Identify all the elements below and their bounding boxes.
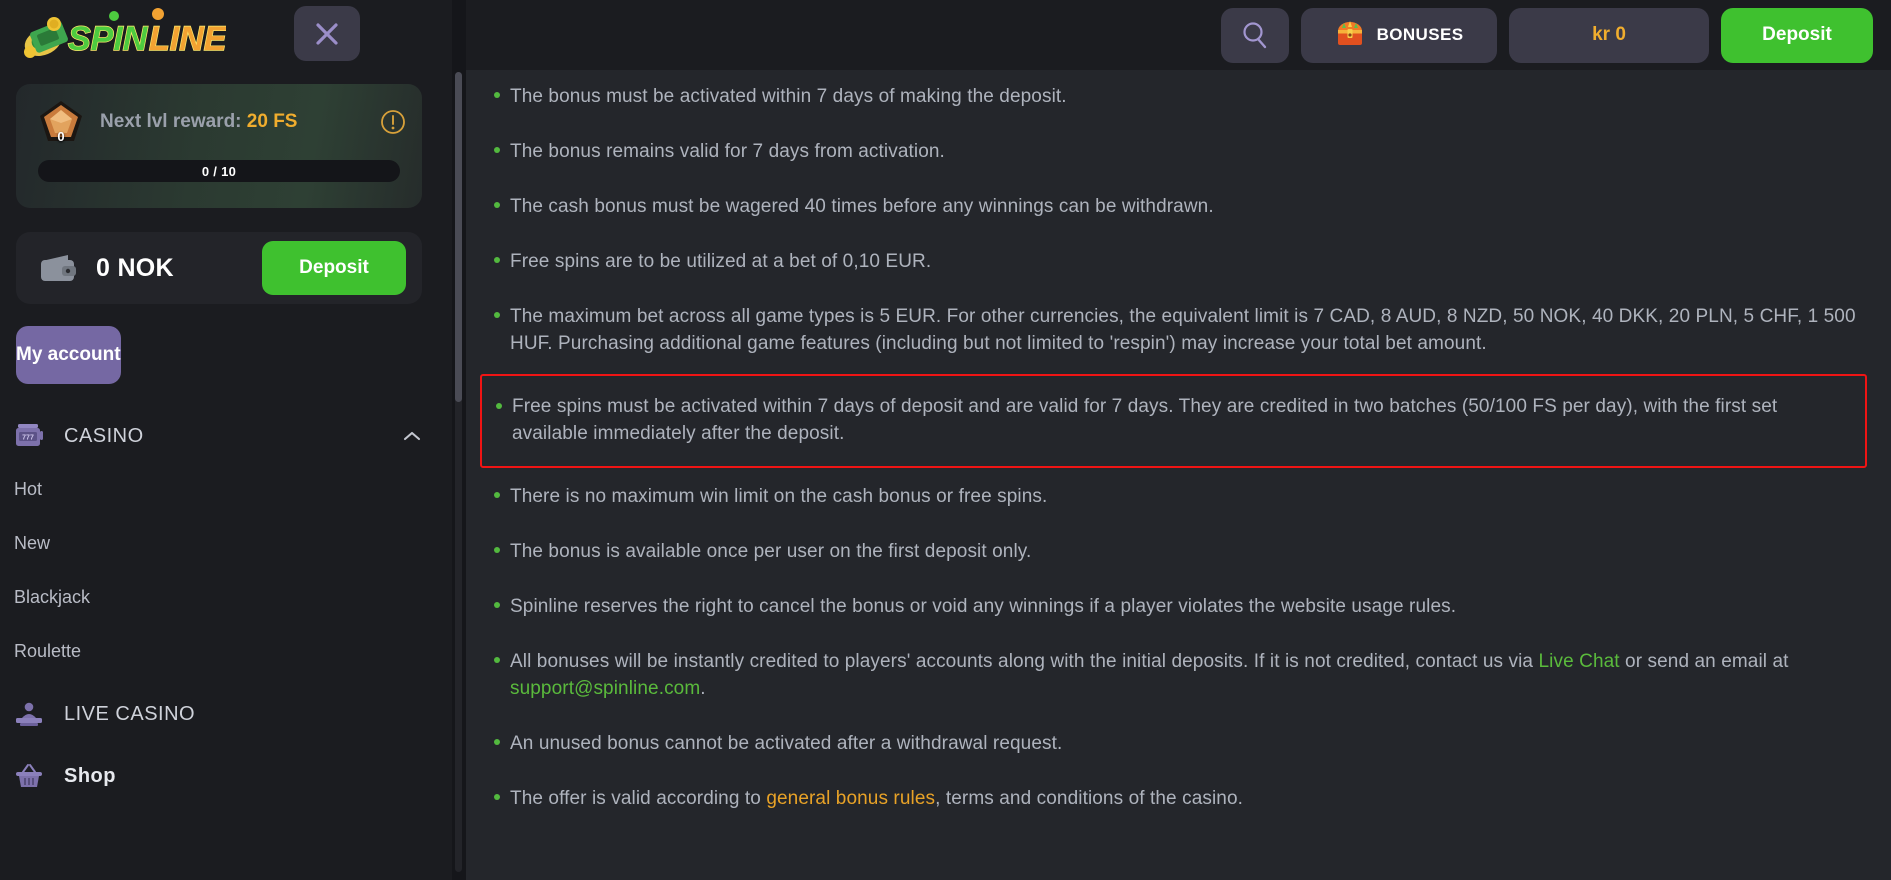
sidebar-nav: 777 CASINO Hot New Blackjack Roulette LI… [0, 410, 452, 802]
level-info-button[interactable] [380, 109, 406, 135]
treasure-chest-icon [1335, 18, 1365, 53]
balance-button[interactable]: kr 0 [1509, 7, 1709, 63]
close-icon [316, 22, 338, 45]
sidebar-item-live-casino-label: LIVE CASINO [64, 702, 196, 725]
level-reward-card: 0 Next lvl reward: 20 FS 0 / 10 [16, 84, 422, 208]
sidebar-item-shop[interactable]: Shop [0, 750, 452, 802]
topbar: BONUSES kr 0 Deposit [466, 0, 1891, 70]
topbar-deposit-button[interactable]: Deposit [1721, 7, 1873, 63]
search-button[interactable] [1221, 7, 1289, 63]
svg-text:SPIN: SPIN [68, 20, 149, 58]
general-bonus-rules-link[interactable]: general bonus rules [766, 788, 935, 809]
term-item: The maximum bet across all game types is… [480, 290, 1867, 372]
terms-list: The bonus must be activated within 7 day… [480, 70, 1867, 827]
term-item: Free spins are to be utilized at a bet o… [480, 235, 1867, 290]
level-badge: 0 [38, 99, 84, 145]
bonuses-label: BONUSES [1376, 25, 1464, 44]
term-item-highlighted: Free spins must be activated within 7 da… [480, 373, 1867, 468]
level-progress-bar: 0 / 10 [38, 160, 400, 182]
sidebar-item-new[interactable]: New [0, 516, 452, 570]
level-reward-text: Next lvl reward: 20 FS [100, 111, 297, 133]
sidebar-item-new-label: New [14, 532, 51, 553]
sidebar-item-hot[interactable]: Hot [0, 462, 452, 516]
svg-text:LINE: LINE [149, 20, 226, 58]
chevron-up-icon[interactable] [402, 429, 422, 443]
svg-text:777: 777 [22, 435, 34, 442]
term-item: The bonus remains valid for 7 days from … [480, 125, 1867, 180]
sidebar-item-roulette-label: Roulette [14, 640, 82, 661]
level-reward-prefix: Next lvl reward: [100, 111, 247, 132]
term-item: The cash bonus must be wagered 40 times … [480, 180, 1867, 235]
sidebar-item-hot-label: Hot [14, 478, 43, 499]
balance-amount: kr 0 [1592, 24, 1626, 45]
level-progress-text: 0 / 10 [201, 163, 237, 179]
sidebar-item-blackjack-label: Blackjack [14, 586, 91, 607]
term-item: An unused bonus cannot be activated afte… [480, 717, 1867, 772]
term-item-with-links: The offer is valid according to general … [480, 772, 1867, 827]
term-item: There is no maximum win limit on the cas… [480, 470, 1867, 525]
sidebar-item-blackjack[interactable]: Blackjack [0, 570, 452, 624]
money-roll-icon [24, 17, 68, 58]
slot-machine-icon: 777 [14, 421, 48, 451]
my-account-button[interactable]: My account [16, 326, 121, 384]
sidebar: SPIN LINE 0 Next lvl reward: 20 FS 0 / 1… [0, 0, 452, 880]
sidebar-header: SPIN LINE [0, 0, 452, 78]
scrollbar-thumb[interactable] [455, 72, 462, 402]
level-number: 0 [57, 129, 65, 144]
wallet-icon [38, 252, 78, 284]
level-reward-value: 20 FS [246, 111, 298, 132]
page-scrollbar[interactable] [452, 0, 466, 880]
sidebar-deposit-button[interactable]: Deposit [262, 241, 406, 295]
sidebar-item-live-casino[interactable]: LIVE CASINO [0, 688, 452, 740]
spinline-logo[interactable]: SPIN LINE [16, 8, 226, 70]
level-reward-row: 0 Next lvl reward: 20 FS [16, 84, 422, 160]
bonuses-button[interactable]: BONUSES [1301, 7, 1497, 63]
app-root: SPIN LINE 0 Next lvl reward: 20 FS 0 / 1… [0, 0, 1891, 880]
term-item: The bonus is available once per user on … [480, 525, 1867, 580]
wallet-panel: 0 NOK Deposit [16, 232, 422, 304]
info-circle-icon [381, 110, 405, 134]
main-content: BONUSES kr 0 Deposit The bonus must be a… [466, 0, 1891, 880]
basket-icon [14, 761, 48, 791]
sidebar-item-casino[interactable]: 777 CASINO [0, 410, 452, 462]
term-item: Spinline reserves the right to cancel th… [480, 580, 1867, 635]
search-icon [1243, 22, 1267, 49]
support-email-link[interactable]: support@spinline.com [510, 678, 700, 699]
sidebar-item-shop-label: Shop [64, 764, 116, 787]
sidebar-item-roulette[interactable]: Roulette [0, 624, 452, 678]
wallet-balance: 0 NOK [96, 253, 174, 282]
sidebar-item-casino-label: CASINO [64, 424, 144, 447]
live-dealer-icon [14, 699, 48, 729]
term-item-with-links: All bonuses will be instantly credited t… [480, 635, 1867, 717]
live-chat-link[interactable]: Live Chat [1538, 651, 1619, 672]
term-item: The bonus must be activated within 7 day… [480, 70, 1867, 125]
close-button[interactable] [294, 6, 360, 61]
terms-content: The bonus must be activated within 7 day… [466, 70, 1891, 880]
